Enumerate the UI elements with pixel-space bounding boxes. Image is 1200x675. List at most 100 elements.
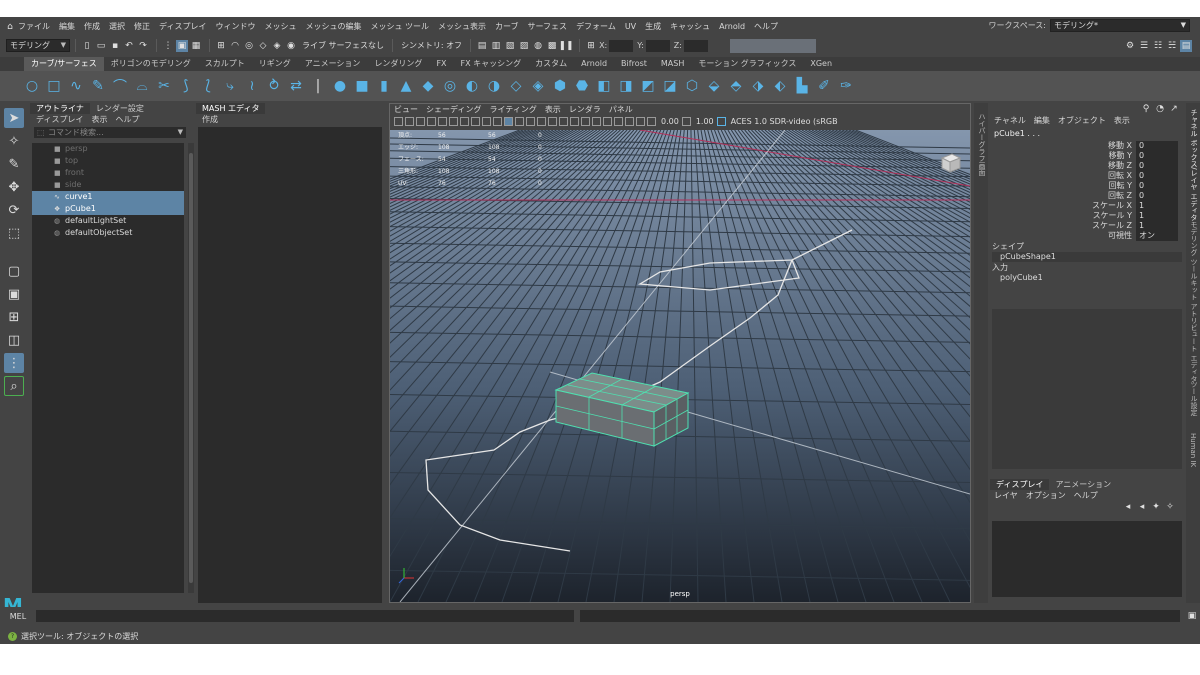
attr-row-rotate-z[interactable]: 回転 Z 0 — [990, 191, 1186, 201]
attr-row-translate-z[interactable]: 移動 Z 0 — [990, 161, 1186, 171]
z-input[interactable] — [683, 39, 708, 52]
move-tool-icon[interactable]: ✥ — [4, 177, 24, 197]
save-scene-icon[interactable]: ▪ — [109, 40, 121, 52]
menu-mesh-tools[interactable]: メッシュ ツール — [370, 21, 429, 32]
new-scene-icon[interactable]: ▯ — [81, 40, 93, 52]
nurbs-plane-icon[interactable]: ◆ — [420, 78, 436, 94]
viewport-menu-shading[interactable]: シェーディング — [426, 104, 481, 115]
viewport-menu-view[interactable]: ビュー — [394, 104, 418, 115]
outliner-item-pcube1[interactable]: ❖ pCube1 — [32, 203, 184, 215]
color-management-icon[interactable] — [716, 117, 726, 126]
nurbs-cube-icon[interactable]: ■ — [354, 78, 370, 94]
tab-modeling-toolkit[interactable]: モデリング ツールキット — [1189, 221, 1199, 300]
rebuild-curve-icon[interactable]: ⥁ — [266, 78, 282, 94]
menu-arnold[interactable]: Arnold — [719, 22, 745, 31]
outliner-search-input[interactable]: ⬚ コマンド検索... ▼ — [34, 127, 186, 138]
camera-select-icon[interactable] — [394, 117, 403, 126]
select-object-icon[interactable]: ▣ — [176, 39, 188, 52]
nurbs-torus-icon[interactable]: ◎ — [442, 78, 458, 94]
menu-file[interactable]: ファイル — [18, 21, 50, 32]
ep-curve-icon[interactable]: ∿ — [68, 78, 84, 94]
layer-list[interactable] — [992, 521, 1182, 597]
open-scene-icon[interactable]: ▭ — [95, 40, 107, 52]
attribute-editor-icon[interactable]: ☰ — [1138, 40, 1150, 52]
nurbs-cone-icon[interactable]: ▲ — [398, 78, 414, 94]
nurbs-sphere-icon[interactable]: ● — [332, 78, 348, 94]
fillet-curve-icon[interactable]: ⤷ — [222, 78, 238, 94]
attr-value[interactable]: 0 — [1136, 181, 1178, 191]
cut-curve-icon[interactable]: ✂ — [156, 78, 172, 94]
script-editor-icon[interactable]: ▣ — [1186, 610, 1198, 622]
attr-row-translate-y[interactable]: 移動 Y 0 — [990, 151, 1186, 161]
snap-grid-icon[interactable]: ⊞ — [215, 40, 227, 52]
channel-menu-edit[interactable]: 編集 — [1034, 115, 1050, 127]
render-view-icon[interactable]: ▤ — [476, 40, 488, 52]
shelf-tab-rigging[interactable]: リギング — [252, 57, 298, 71]
pin-icon[interactable]: ⚲ — [1140, 103, 1152, 115]
menu-generate[interactable]: 生成 — [645, 21, 661, 32]
shelf-tab-bifrost[interactable]: Bifrost — [614, 57, 654, 71]
outliner-layout-icon[interactable]: ⋮ — [4, 353, 24, 373]
menu-help[interactable]: ヘルプ — [754, 21, 778, 32]
refresh-icon[interactable]: ◔ — [1154, 103, 1166, 115]
symmetry-label[interactable]: シンメトリ: オフ — [401, 40, 462, 51]
resolution-gate-icon[interactable] — [460, 117, 469, 126]
offset-curve-icon[interactable]: ≀ — [244, 78, 260, 94]
move-layer-down-icon[interactable]: ◂ — [1136, 501, 1148, 513]
channel-menu-channels[interactable]: チャネル — [994, 115, 1026, 127]
attr-value[interactable]: 0 — [1136, 151, 1178, 161]
shadows-icon[interactable] — [559, 117, 568, 126]
viewport-menu-renderer[interactable]: レンダラ — [569, 104, 601, 115]
attr-value[interactable]: 0 — [1136, 191, 1178, 201]
menu-cache[interactable]: キャッシュ — [670, 21, 710, 32]
attr-value[interactable]: 0 — [1136, 141, 1178, 151]
y-field[interactable]: Y: — [637, 39, 670, 52]
surface-fillet-icon[interactable]: ⬖ — [772, 78, 788, 94]
reverse-curve-icon[interactable]: ⇄ — [288, 78, 304, 94]
select-tool-icon[interactable]: ➤ — [4, 108, 24, 128]
menu-display[interactable]: ディスプレイ — [159, 21, 206, 32]
outliner-item-top[interactable]: ■ top — [32, 155, 184, 167]
z-field[interactable]: Z: — [674, 39, 708, 52]
menu-curves[interactable]: カーブ — [495, 21, 519, 32]
image-plane-icon[interactable] — [427, 117, 436, 126]
shelf-tab-curves[interactable]: カーブ/サーフェス — [24, 57, 104, 71]
menu-set-dropdown[interactable]: モデリング ▼ — [6, 39, 70, 52]
snap-live-icon[interactable]: ◉ — [285, 40, 297, 52]
shelf-tab-mash[interactable]: MASH — [654, 57, 691, 71]
rotate-tool-icon[interactable]: ⟳ — [4, 200, 24, 220]
select-hierarchy-icon[interactable]: ⋮ — [162, 40, 174, 52]
layer-menu-options[interactable]: オプション — [1026, 490, 1066, 501]
outliner-menu-show[interactable]: 表示 — [91, 114, 107, 125]
select-component-icon[interactable]: ▦ — [190, 40, 202, 52]
exposure-value[interactable]: 0.00 — [661, 117, 679, 126]
shelf-tab-poly[interactable]: ポリゴンのモデリング — [104, 57, 198, 71]
detach-curve-icon[interactable]: ⟅ — [200, 78, 216, 94]
scrollbar-thumb[interactable] — [189, 153, 193, 583]
arc-icon[interactable]: ⌓ — [134, 78, 150, 94]
snap-surface-icon[interactable]: ◈ — [271, 40, 283, 52]
outliner-item-curve1[interactable]: ∿ curve1 — [32, 191, 184, 203]
shelf-tab-motion-graphics[interactable]: モーション グラフィックス — [691, 57, 803, 71]
shelf-tab-xgen[interactable]: XGen — [803, 57, 839, 71]
ipr-render-icon[interactable]: ▧ — [504, 40, 516, 52]
single-view-icon[interactable]: ▢ — [4, 261, 24, 281]
shelf-tab-fx-caching[interactable]: FX キャッシング — [454, 57, 529, 71]
shelf-tab-animation[interactable]: アニメーション — [298, 57, 368, 71]
arnold-render-icon[interactable]: ▩ — [546, 40, 558, 52]
bookmark-icon[interactable] — [416, 117, 425, 126]
pause-icon[interactable]: ❚❚ — [559, 40, 574, 52]
viewport-menu-lighting[interactable]: ライティング — [489, 104, 536, 115]
shelf-tab-sculpt[interactable]: スカルプト — [198, 57, 252, 71]
tab-mash-editor[interactable]: MASH エディタ — [196, 103, 266, 114]
workspace-dropdown[interactable]: モデリング* ▼ — [1050, 19, 1190, 32]
smooth-shade-icon[interactable] — [515, 117, 524, 126]
snap-view-icon[interactable]: ◇ — [257, 40, 269, 52]
lighting-icon[interactable] — [548, 117, 557, 126]
outliner-menu-display[interactable]: ディスプレイ — [36, 114, 83, 125]
lasso-tool-icon[interactable]: ✧ — [4, 131, 24, 151]
boundary-icon[interactable]: ⬣ — [574, 78, 590, 94]
grid-toggle-icon[interactable] — [438, 117, 447, 126]
planar-icon[interactable]: ◇ — [508, 78, 524, 94]
search-icon[interactable]: ⌕ — [4, 376, 24, 396]
